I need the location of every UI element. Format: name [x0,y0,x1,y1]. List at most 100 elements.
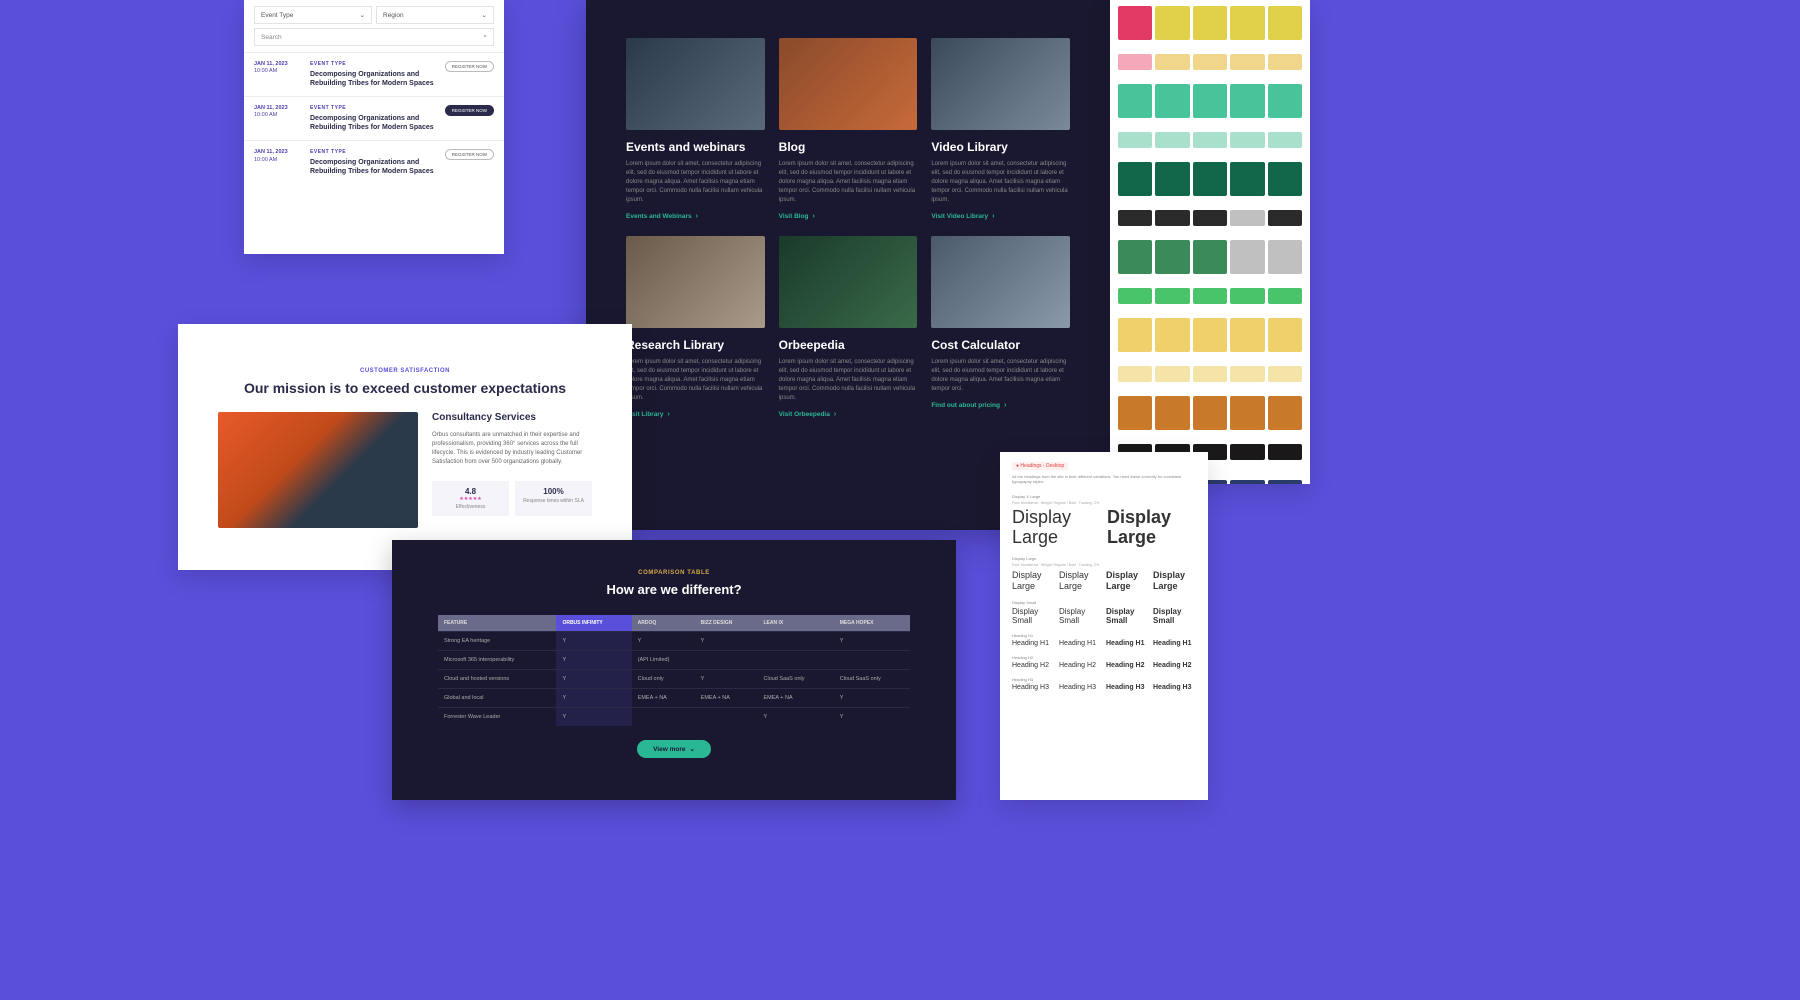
color-swatch[interactable] [1230,288,1264,304]
color-swatch[interactable] [1193,6,1227,40]
color-swatch[interactable] [1118,210,1152,226]
color-swatch[interactable] [1193,54,1227,70]
color-swatch[interactable] [1230,366,1264,382]
color-swatch[interactable] [1230,6,1264,40]
display-large-bold-sample: Display Large [1107,508,1196,548]
resource-link[interactable]: Visit Blog› [779,213,918,220]
color-swatch[interactable] [1155,132,1189,148]
resource-image [626,236,765,328]
events-panel: Event Type⌄ Region⌄ Search⌕ JAN 11, 2023… [244,0,504,254]
comparison-table: FEATUREORBUS INFINITYARDOQBIZZ DESIGNLEA… [438,615,910,726]
chevron-right-icon: › [1004,402,1006,409]
resource-image [931,236,1070,328]
color-swatch[interactable] [1118,318,1152,352]
color-swatch[interactable] [1230,84,1264,118]
color-swatch[interactable] [1268,162,1302,196]
palette-row [1118,288,1302,304]
color-swatch[interactable] [1118,288,1152,304]
table-row: Forrester Wave LeaderYYY [438,708,910,727]
color-swatch[interactable] [1268,6,1302,40]
color-swatch[interactable] [1193,366,1227,382]
color-swatch[interactable] [1230,54,1264,70]
color-swatch[interactable] [1193,396,1227,430]
resource-image [626,38,765,130]
resource-link[interactable]: Visit Library› [626,411,765,418]
event-title: Decomposing Organizations and Rebuilding… [310,158,439,176]
resource-description: Lorem ipsum dolor sit amet, consectetur … [931,358,1070,394]
event-item[interactable]: JAN 11, 202310:00 AM EVENT TYPEDecomposi… [244,52,504,96]
color-swatch[interactable] [1155,6,1189,40]
color-swatch[interactable] [1155,366,1189,382]
chevron-right-icon: › [813,213,815,220]
color-swatch[interactable] [1268,210,1302,226]
color-swatch[interactable] [1268,288,1302,304]
color-swatch[interactable] [1193,132,1227,148]
color-swatch[interactable] [1268,480,1302,484]
color-swatch[interactable] [1193,84,1227,118]
color-swatch[interactable] [1193,240,1227,274]
color-swatch[interactable] [1118,240,1152,274]
palette-row [1118,84,1302,118]
region-dropdown[interactable]: Region⌄ [376,6,494,24]
resource-card: Cost Calculator Lorem ipsum dolor sit am… [931,236,1070,418]
color-swatch[interactable] [1230,162,1264,196]
search-input[interactable]: Search⌕ [254,28,494,46]
resource-link[interactable]: Visit Orbeepedia› [779,411,918,418]
color-swatch[interactable] [1193,288,1227,304]
color-swatch[interactable] [1118,54,1152,70]
color-swatch[interactable] [1155,396,1189,430]
palette-panel [1110,0,1310,484]
color-swatch[interactable] [1268,366,1302,382]
color-swatch[interactable] [1118,132,1152,148]
view-more-button[interactable]: View more⌄ [637,740,711,758]
resource-link[interactable]: Find out about pricing› [931,402,1070,409]
color-swatch[interactable] [1193,162,1227,196]
resource-title: Orbeepedia [779,338,918,352]
color-swatch[interactable] [1118,396,1152,430]
color-swatch[interactable] [1268,84,1302,118]
event-item[interactable]: JAN 11, 202310:00 AM EVENT TYPEDecomposi… [244,140,504,184]
table-header: FEATURE [438,615,556,632]
register-button[interactable]: REGISTER NOW [445,149,494,160]
palette-row [1118,210,1302,226]
search-icon: ⌕ [483,33,487,41]
register-button[interactable]: REGISTER NOW [445,61,494,72]
resource-description: Lorem ipsum dolor sit amet, consectetur … [626,358,765,403]
resource-link[interactable]: Events and Webinars› [626,213,765,220]
color-swatch[interactable] [1118,6,1152,40]
color-swatch[interactable] [1155,288,1189,304]
event-item[interactable]: JAN 11, 202310:00 AM EVENT TYPEDecomposi… [244,96,504,140]
color-swatch[interactable] [1268,240,1302,274]
color-swatch[interactable] [1118,366,1152,382]
color-swatch[interactable] [1155,318,1189,352]
color-swatch[interactable] [1193,318,1227,352]
color-swatch[interactable] [1155,54,1189,70]
color-swatch[interactable] [1118,162,1152,196]
chevron-right-icon: › [834,411,836,418]
color-swatch[interactable] [1230,210,1264,226]
color-swatch[interactable] [1268,396,1302,430]
color-swatch[interactable] [1230,240,1264,274]
color-swatch[interactable] [1193,210,1227,226]
event-type-dropdown[interactable]: Event Type⌄ [254,6,372,24]
resource-description: Lorem ipsum dolor sit amet, consectetur … [779,358,918,403]
color-swatch[interactable] [1230,318,1264,352]
resource-card: Research Library Lorem ipsum dolor sit a… [626,236,765,418]
color-swatch[interactable] [1230,132,1264,148]
color-swatch[interactable] [1230,444,1264,460]
color-swatch[interactable] [1155,240,1189,274]
event-date: JAN 11, 202310:00 AM [254,61,304,88]
register-button[interactable]: REGISTER NOW [445,105,494,116]
color-swatch[interactable] [1230,480,1264,484]
color-swatch[interactable] [1118,84,1152,118]
color-swatch[interactable] [1155,210,1189,226]
color-swatch[interactable] [1230,396,1264,430]
mission-eyebrow: CUSTOMER SATISFACTION [218,368,592,374]
color-swatch[interactable] [1268,444,1302,460]
color-swatch[interactable] [1268,132,1302,148]
color-swatch[interactable] [1155,84,1189,118]
color-swatch[interactable] [1155,162,1189,196]
resource-link[interactable]: Visit Video Library› [931,213,1070,220]
color-swatch[interactable] [1268,318,1302,352]
color-swatch[interactable] [1268,54,1302,70]
